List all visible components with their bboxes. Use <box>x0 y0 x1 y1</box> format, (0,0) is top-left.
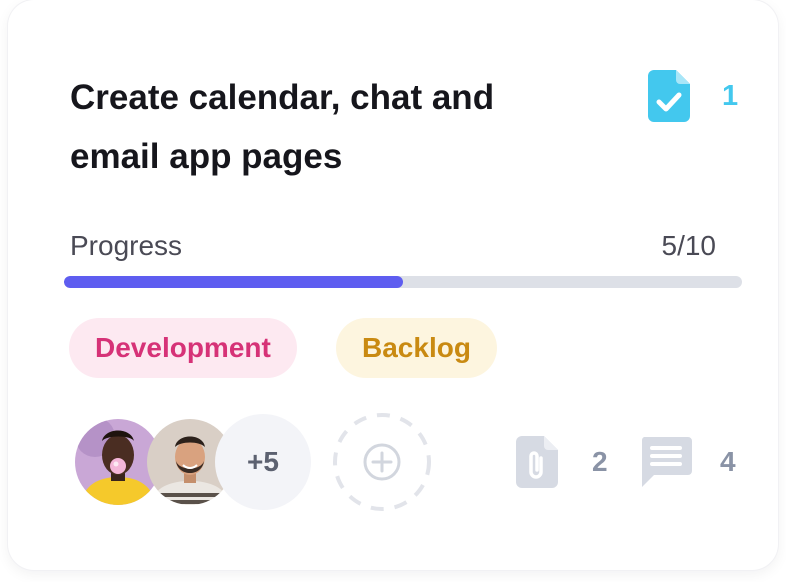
task-document-check-icon <box>648 70 690 122</box>
comment-count: 4 <box>720 446 736 477</box>
paperclip-document-icon[interactable] <box>516 436 558 488</box>
progress-value: 5/10 <box>661 230 717 261</box>
comment-icon[interactable] <box>640 437 692 487</box>
task-badge[interactable]: 1 <box>648 70 738 122</box>
task-card[interactable]: Create calendar, chat and email app page… <box>8 0 778 570</box>
tag-backlog[interactable]: Backlog <box>336 318 497 378</box>
progress-bar <box>64 276 742 288</box>
progress-bar-fill <box>64 276 403 288</box>
attachment-count: 2 <box>592 446 608 477</box>
add-member-button[interactable] <box>332 412 432 512</box>
card-title: Create calendar, chat and email app page… <box>70 78 495 176</box>
task-count: 1 <box>722 80 739 112</box>
more-members-button[interactable]: +5 <box>215 414 311 510</box>
add-member-icon <box>333 413 431 511</box>
progress-label: Progress <box>70 230 183 261</box>
tag-development[interactable]: Development <box>69 318 297 378</box>
